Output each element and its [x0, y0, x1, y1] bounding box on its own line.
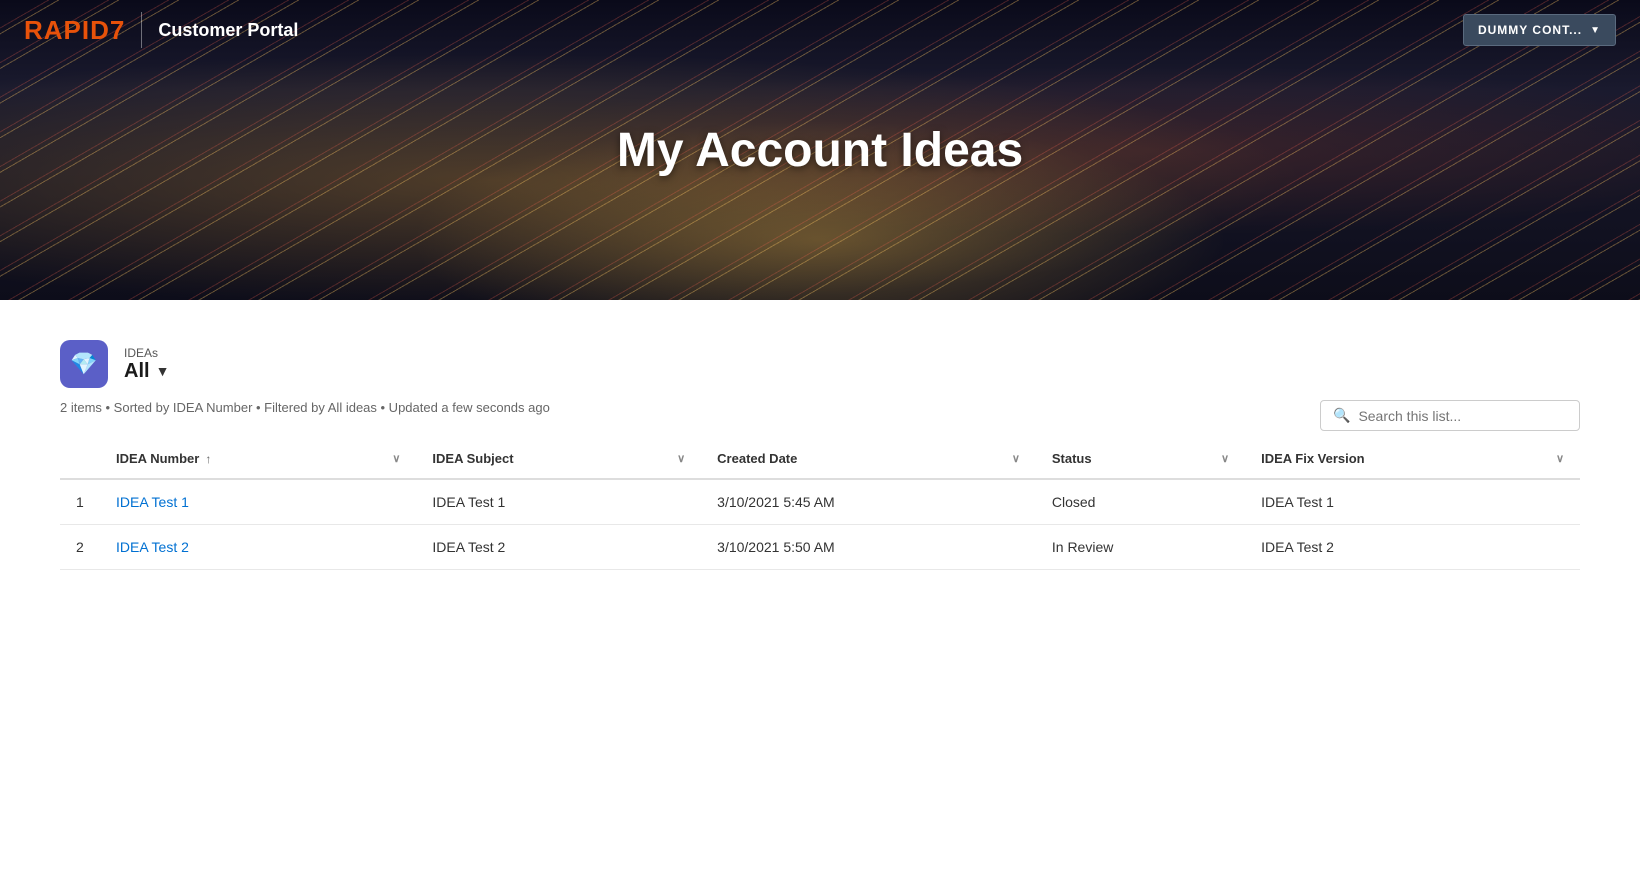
- dropdown-arrow-icon: ▼: [1590, 25, 1601, 36]
- col-row-number: [60, 439, 100, 479]
- ideas-icon: 💎: [60, 340, 108, 388]
- row-created-date: 3/10/2021 5:50 AM: [701, 525, 1036, 570]
- ideas-table: IDEA Number ↑ ∨ IDEA Subject ∨ Created D…: [60, 439, 1580, 570]
- portal-title: Customer Portal: [158, 20, 298, 41]
- row-number: 1: [60, 479, 100, 525]
- ideas-header: 💎 IDEAs All ▼: [60, 340, 1580, 388]
- col-idea-number[interactable]: IDEA Number ↑ ∨: [100, 439, 416, 479]
- user-dropdown-button[interactable]: DUMMY CONT... ▼: [1463, 14, 1616, 46]
- col-status[interactable]: Status ∨: [1036, 439, 1245, 479]
- search-container[interactable]: 🔍: [1320, 400, 1580, 431]
- row-subject: IDEA Test 1: [416, 479, 701, 525]
- col-idea-subject[interactable]: IDEA Subject ∨: [416, 439, 701, 479]
- table-row: 2 IDEA Test 2 IDEA Test 2 3/10/2021 5:50…: [60, 525, 1580, 570]
- col-fix-version[interactable]: IDEA Fix Version ∨: [1245, 439, 1580, 479]
- ideas-label-group: IDEAs All ▼: [124, 346, 169, 383]
- list-toolbar-row: 2 items • Sorted by IDEA Number • Filter…: [60, 400, 1580, 431]
- col-status-label: Status: [1052, 451, 1092, 466]
- main-content: 💎 IDEAs All ▼ 2 items • Sorted by IDEA N…: [0, 300, 1640, 883]
- col-status-chevron-icon: ∨: [1221, 452, 1229, 465]
- diamond-icon: 💎: [70, 351, 97, 377]
- page-title: My Account Ideas: [617, 123, 1023, 178]
- logo-text: RAPID7: [24, 15, 125, 46]
- row-status: Closed: [1036, 479, 1245, 525]
- row-subject: IDEA Test 2: [416, 525, 701, 570]
- logo-icon: 7: [110, 15, 125, 45]
- logo: RAPID7: [24, 15, 125, 46]
- col-subject-chevron-icon: ∨: [677, 452, 685, 465]
- ideas-filter-dropdown[interactable]: ▼: [156, 363, 170, 379]
- idea-number-link[interactable]: IDEA Test 1: [116, 494, 189, 510]
- row-created-date: 3/10/2021 5:45 AM: [701, 479, 1036, 525]
- ideas-label: IDEAs: [124, 346, 169, 360]
- sort-asc-icon: ↑: [205, 452, 211, 466]
- row-idea-number: IDEA Test 2: [100, 525, 416, 570]
- logo-rapid: RAPID: [24, 15, 110, 45]
- top-navigation: RAPID7 Customer Portal DUMMY CONT... ▼: [0, 0, 1640, 60]
- col-created-date[interactable]: Created Date ∨: [701, 439, 1036, 479]
- search-input[interactable]: [1358, 408, 1567, 424]
- row-fix-version: IDEA Test 1: [1245, 479, 1580, 525]
- ideas-filter-value: All: [124, 360, 150, 383]
- list-meta: 2 items • Sorted by IDEA Number • Filter…: [60, 400, 550, 415]
- col-created-date-label: Created Date: [717, 451, 797, 466]
- user-dropdown-label: DUMMY CONT...: [1478, 23, 1582, 37]
- col-idea-number-label: IDEA Number: [116, 451, 199, 466]
- col-fix-version-chevron-icon: ∨: [1556, 452, 1564, 465]
- col-fix-version-label: IDEA Fix Version: [1261, 451, 1365, 466]
- hero-section: RAPID7 Customer Portal DUMMY CONT... ▼ M…: [0, 0, 1640, 300]
- row-idea-number: IDEA Test 1: [100, 479, 416, 525]
- ideas-filter-row: All ▼: [124, 360, 169, 383]
- col-chevron-icon: ∨: [392, 452, 400, 465]
- col-idea-subject-label: IDEA Subject: [432, 451, 513, 466]
- row-status: In Review: [1036, 525, 1245, 570]
- logo-divider: [141, 12, 142, 48]
- idea-number-link[interactable]: IDEA Test 2: [116, 539, 189, 555]
- row-fix-version: IDEA Test 2: [1245, 525, 1580, 570]
- row-number: 2: [60, 525, 100, 570]
- search-icon: 🔍: [1333, 407, 1350, 424]
- table-row: 1 IDEA Test 1 IDEA Test 1 3/10/2021 5:45…: [60, 479, 1580, 525]
- table-header-row: IDEA Number ↑ ∨ IDEA Subject ∨ Created D…: [60, 439, 1580, 479]
- col-created-chevron-icon: ∨: [1012, 452, 1020, 465]
